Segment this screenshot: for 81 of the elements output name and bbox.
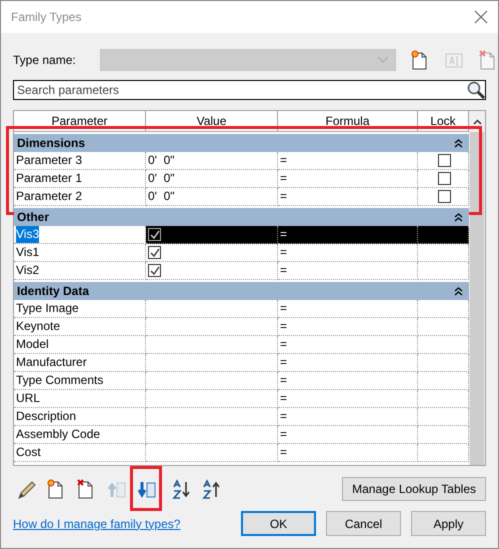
table-cell[interactable]: Assembly Code	[14, 426, 146, 444]
table-cell[interactable]	[146, 408, 278, 426]
search-field[interactable]: Search parameters	[13, 80, 486, 100]
group-header[interactable]: Other	[14, 208, 469, 226]
table-cell[interactable]: Vis1	[14, 244, 146, 262]
table-cell[interactable]: Parameter 3	[14, 152, 146, 170]
group-header[interactable]: Dimensions	[14, 134, 469, 152]
table-cell[interactable]	[146, 426, 278, 444]
collapse-icon[interactable]	[454, 138, 463, 148]
table-cell[interactable]: =	[278, 426, 418, 444]
table-cell[interactable]	[146, 262, 278, 280]
group-title: Dimensions	[17, 135, 86, 152]
table-cell[interactable]: =	[278, 188, 418, 206]
sort-ascending-icon	[172, 478, 192, 498]
table-cell[interactable]: =	[278, 336, 418, 354]
table-cell[interactable]: =	[278, 354, 418, 372]
table-cell[interactable]: Parameter 2	[14, 188, 146, 206]
collapse-icon[interactable]	[454, 212, 463, 222]
help-link[interactable]: How do I manage family types?	[13, 514, 180, 532]
checkbox[interactable]	[148, 228, 161, 241]
table-cell[interactable]: =	[278, 318, 418, 336]
collapse-icon[interactable]	[454, 286, 463, 296]
table-cell[interactable]: =	[278, 372, 418, 390]
group-title: Other	[17, 209, 50, 226]
table-cell[interactable]	[146, 300, 278, 318]
table-cell[interactable]	[146, 354, 278, 372]
table-cell[interactable]	[418, 170, 469, 188]
table-cell[interactable]	[146, 244, 278, 262]
table-cell[interactable]	[146, 318, 278, 336]
table-cell[interactable]	[418, 226, 469, 244]
table-cell[interactable]: =	[278, 390, 418, 408]
checkbox[interactable]	[438, 154, 450, 167]
table-cell[interactable]	[146, 390, 278, 408]
arrow-up-icon	[472, 118, 482, 124]
table-cell[interactable]	[146, 226, 278, 244]
table-cell[interactable]: Keynote	[14, 318, 146, 336]
table-cell[interactable]	[418, 152, 469, 170]
table-cell[interactable]: Description	[14, 408, 146, 426]
table-cell[interactable]: =	[278, 300, 418, 318]
table-cell[interactable]: Vis2	[14, 262, 146, 280]
table-cell[interactable]: =	[278, 244, 418, 262]
sort-descending-icon	[202, 478, 222, 498]
table-cell[interactable]: =	[278, 226, 418, 244]
caret-icon	[376, 56, 389, 64]
scrollbar-thumb[interactable]	[470, 132, 484, 465]
checkbox[interactable]	[148, 264, 161, 277]
move-down-button[interactable]	[130, 466, 162, 511]
table-cell[interactable]: =	[278, 170, 418, 188]
search-icon[interactable]	[467, 81, 485, 99]
table-cell[interactable]: Vis3	[14, 226, 146, 244]
table-cell[interactable]: 0' 0"	[146, 188, 278, 206]
window-title: Family Types	[11, 9, 82, 26]
table-cell[interactable]	[146, 444, 278, 462]
table-cell[interactable]: Cost	[14, 444, 146, 462]
table-cell[interactable]: =	[278, 262, 418, 280]
table-cell[interactable]	[418, 188, 469, 206]
table-cell[interactable]: Model	[14, 336, 146, 354]
manage-lookup-tables-button[interactable]: Manage Lookup Tables	[342, 476, 486, 500]
table-cell[interactable]: Parameter 1	[14, 170, 146, 188]
dialog-button[interactable]: Cancel	[326, 511, 401, 536]
table-cell[interactable]: Type Comments	[14, 372, 146, 390]
checkbox[interactable]	[438, 172, 450, 185]
close-button[interactable]	[474, 10, 488, 24]
dialog-button[interactable]: Apply	[411, 511, 486, 536]
checkbox[interactable]	[148, 246, 161, 259]
table-cell[interactable]: Manufacturer	[14, 354, 146, 372]
table-cell[interactable]: 0' 0"	[146, 170, 278, 188]
group-title: Identity Data	[17, 283, 90, 300]
dialog-button[interactable]: OK	[241, 511, 316, 536]
table-cell[interactable]: =	[278, 408, 418, 426]
table-cell[interactable]: Type Image	[14, 300, 146, 318]
type-name-label: Type name:	[13, 52, 76, 69]
table-cell[interactable]: 0' 0"	[146, 152, 278, 170]
table-cell[interactable]: URL	[14, 390, 146, 408]
table-cell[interactable]	[146, 336, 278, 354]
table-cell[interactable]: =	[278, 152, 418, 170]
checkbox[interactable]	[438, 190, 450, 203]
group-header[interactable]: Identity Data	[14, 282, 469, 300]
pencil-icon	[16, 478, 36, 498]
table-cell[interactable]: =	[278, 444, 418, 462]
table-cell[interactable]	[146, 372, 278, 390]
